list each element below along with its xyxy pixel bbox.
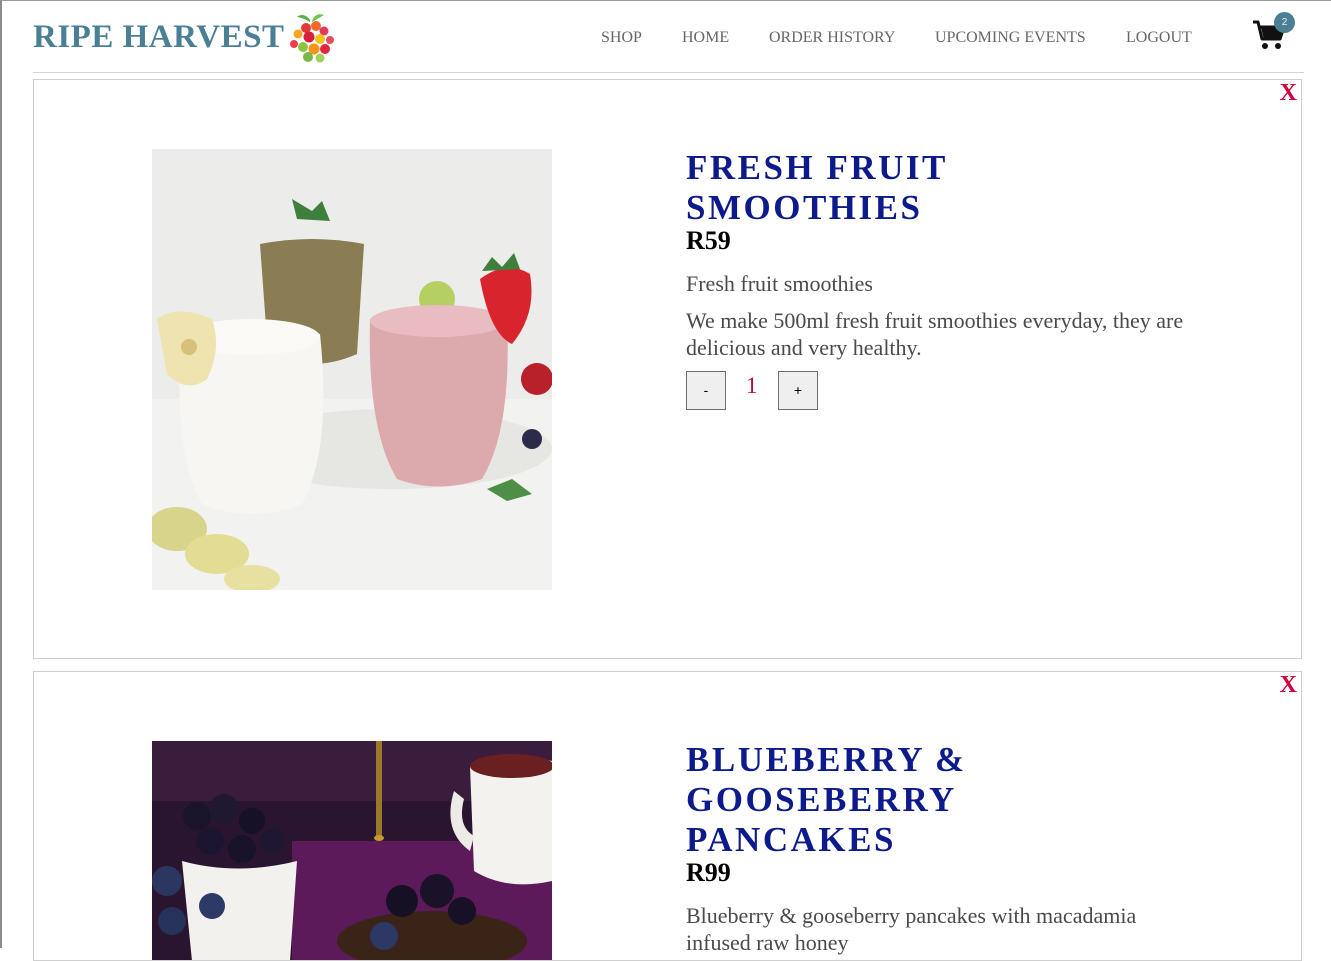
item-title: FRESH FRUIT SMOOTHIES xyxy=(686,148,948,227)
fruit-logo-icon xyxy=(290,14,334,63)
nav-home[interactable]: HOME xyxy=(682,28,729,48)
remove-item-button[interactable]: X xyxy=(1280,672,1297,699)
header: RIPE HARVEST SHOP HOME ORDER HISTORY UPC… xyxy=(2,1,1331,73)
header-divider xyxy=(33,72,1304,73)
nav-logout[interactable]: LOGOUT xyxy=(1126,28,1192,48)
decrease-quantity-button[interactable]: - xyxy=(686,371,726,410)
item-price: R99 xyxy=(686,858,731,887)
quantity-value: 1 xyxy=(746,373,758,398)
cart-count-badge: 2 xyxy=(1274,12,1295,33)
item-short-description: Fresh fruit smoothies xyxy=(686,271,873,296)
brand-name[interactable]: RIPE HARVEST xyxy=(33,17,284,57)
item-title: BLUEBERRY & GOOSEBERRY PANCAKES xyxy=(686,740,967,859)
item-price: R59 xyxy=(686,226,731,255)
increase-quantity-button[interactable]: + xyxy=(778,371,818,410)
cart-item-card: X BLUEBERRY & GOOSEBERRY PANCAKES R99 Bl… xyxy=(33,671,1302,961)
nav-upcoming-events[interactable]: UPCOMING EVENTS xyxy=(935,28,1086,48)
cart-item-card: X FRESH FRUIT SMOOTHIES R59 Fresh fruit … xyxy=(33,79,1302,659)
smoothies-image xyxy=(152,149,552,590)
nav-shop[interactable]: SHOP xyxy=(601,28,642,48)
nav-order-history[interactable]: ORDER HISTORY xyxy=(769,28,895,48)
pancakes-image xyxy=(152,741,552,960)
item-long-description: We make 500ml fresh fruit smoothies ever… xyxy=(686,308,1184,360)
remove-item-button[interactable]: X xyxy=(1280,80,1297,107)
